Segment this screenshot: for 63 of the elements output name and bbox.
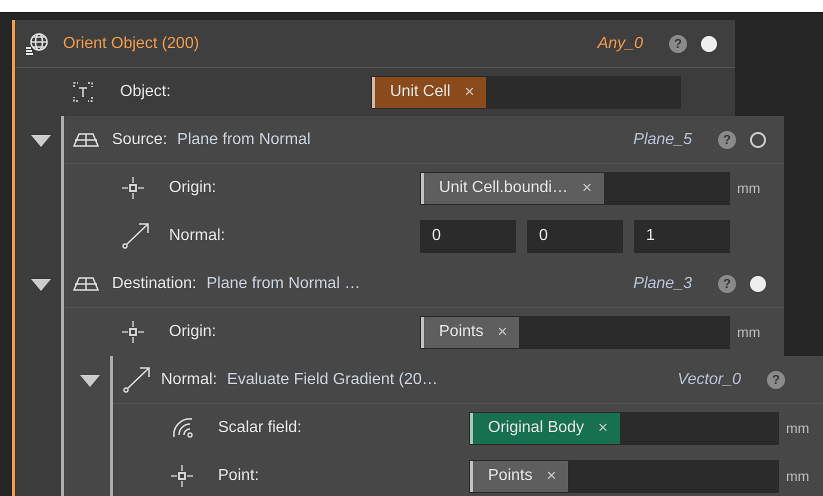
arrow-icon <box>121 222 151 250</box>
link-field[interactable]: Points × <box>469 460 779 492</box>
point-icon <box>121 320 145 344</box>
object-icon <box>72 81 94 103</box>
output-type: Vector_0 <box>678 370 741 388</box>
link-tag[interactable]: Unit Cell × <box>372 76 486 108</box>
input-label: Normal: <box>161 370 218 388</box>
remove-icon[interactable]: × <box>497 322 508 342</box>
link-tag[interactable]: Original Body × <box>470 412 620 444</box>
link-tag[interactable]: Unit Cell.boundi… × <box>421 172 604 204</box>
tag-label: Points <box>439 323 484 341</box>
input-label: Destination: <box>112 274 196 292</box>
linked-node-name: Evaluate Field Gradient (20… <box>227 370 438 388</box>
status-dot[interactable] <box>750 132 766 148</box>
link-tag[interactable]: Points × <box>421 316 520 348</box>
input-label: Normal: <box>169 227 226 245</box>
link-field[interactable]: Points × <box>420 316 730 348</box>
link-field[interactable]: Original Body × <box>469 412 779 444</box>
plane-icon <box>73 130 99 148</box>
input-label: Origin: <box>169 179 218 197</box>
arrow-icon <box>122 366 152 394</box>
link-field[interactable]: Unit Cell.boundi… × <box>420 172 730 204</box>
unit-label: mm <box>737 324 760 340</box>
tag-label: Unit Cell <box>390 83 450 101</box>
remove-icon[interactable]: × <box>582 178 592 198</box>
help-icon[interactable]: ? <box>767 370 785 388</box>
help-icon[interactable]: ? <box>718 274 736 292</box>
linked-node-name: Plane from Normal <box>177 130 311 148</box>
input-label: Object: <box>120 83 172 101</box>
linked-node-name: Plane from Normal … <box>206 274 360 292</box>
link-tag[interactable]: Points × <box>470 460 568 492</box>
tag-label: Unit Cell.boundi… <box>439 179 568 197</box>
point-icon <box>170 464 194 488</box>
node-title: Orient Object (200) <box>63 34 200 52</box>
number-field[interactable]: 1 <box>634 220 730 252</box>
help-icon[interactable]: ? <box>718 130 736 148</box>
link-field[interactable]: Unit Cell × <box>371 76 681 108</box>
remove-icon[interactable]: × <box>546 466 556 486</box>
expanded-arrow-icon[interactable] <box>31 279 51 291</box>
output-type: Any_0 <box>598 34 643 52</box>
unit-label: mm <box>786 420 810 436</box>
remove-icon[interactable]: × <box>598 418 608 438</box>
remove-icon[interactable]: × <box>464 82 474 102</box>
input-label: Scalar field: <box>218 419 303 437</box>
status-dot[interactable] <box>750 276 766 292</box>
status-dot[interactable] <box>701 36 717 52</box>
point-icon <box>121 176 145 200</box>
unit-label: mm <box>786 468 810 484</box>
number-field[interactable]: 0 <box>420 220 516 252</box>
output-type: Plane_3 <box>633 274 692 292</box>
number-field[interactable]: 0 <box>527 220 623 252</box>
input-label: Source: <box>112 130 168 148</box>
help-icon[interactable]: ? <box>669 34 687 52</box>
tag-label: Points <box>488 467 532 485</box>
unit-label: mm <box>737 180 760 196</box>
expanded-arrow-icon[interactable] <box>31 135 51 147</box>
plane-icon <box>73 274 99 292</box>
tag-label: Original Body <box>488 419 584 437</box>
output-type: Plane_5 <box>633 130 692 148</box>
input-label: Point: <box>218 467 260 485</box>
globe-icon <box>24 30 50 56</box>
input-label: Origin: <box>169 323 218 341</box>
expanded-arrow-icon[interactable] <box>80 375 100 387</box>
